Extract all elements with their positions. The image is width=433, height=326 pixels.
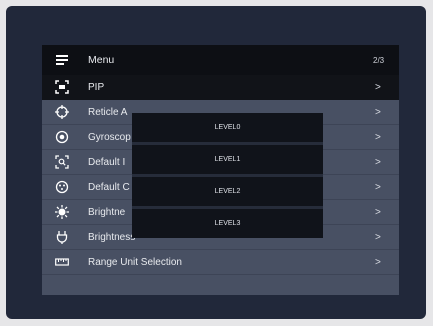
menu-header: Menu 2/3: [42, 45, 399, 75]
ruler-icon: [54, 254, 70, 270]
menu-item-label: Gyroscop: [88, 131, 131, 143]
chevron-right-icon: >: [375, 206, 381, 218]
chevron-right-icon: >: [375, 156, 381, 168]
menu-item-label: Brightness: [88, 231, 136, 243]
menu-item-pip[interactable]: PIP >: [42, 75, 399, 100]
brightness-icon: [54, 204, 70, 220]
chevron-right-icon: >: [375, 231, 381, 243]
menu-item-label: PIP: [88, 81, 105, 93]
chevron-right-icon: >: [375, 106, 381, 118]
reticle-icon: [54, 104, 70, 120]
menu-title: Menu: [88, 54, 115, 66]
menu-item-label: Range Unit Selection: [88, 256, 182, 268]
chevron-right-icon: >: [375, 131, 381, 143]
menu-item-range-unit[interactable]: Range Unit Selection >: [42, 250, 399, 275]
gyroscope-icon: [54, 129, 70, 145]
chevron-right-icon: >: [375, 181, 381, 193]
plug-icon: [54, 229, 70, 245]
device-screen: Menu 2/3 PIP > Reticle A > Gyroscop > De…: [6, 6, 426, 319]
chevron-right-icon: >: [375, 256, 381, 268]
menu-item-label: Default C: [88, 181, 130, 193]
menu-item-label: Default I: [88, 156, 126, 168]
level-option-0[interactable]: LEVEL0: [132, 113, 323, 142]
level-option-3[interactable]: LEVEL3: [132, 209, 323, 238]
level-option-2[interactable]: LEVEL2: [132, 177, 323, 206]
level-popup: LEVEL0 LEVEL1 LEVEL2 LEVEL3: [132, 113, 323, 238]
menu-item-label: Brightne: [88, 206, 126, 218]
menu-icon: [54, 52, 70, 68]
default-zoom-icon: [54, 154, 70, 170]
default-color-icon: [54, 179, 70, 195]
pip-icon: [54, 79, 70, 95]
level-option-1[interactable]: LEVEL1: [132, 145, 323, 174]
page-indicator: 2/3: [373, 56, 385, 65]
chevron-right-icon: >: [375, 81, 381, 93]
menu-item-label: Reticle A: [88, 106, 128, 118]
